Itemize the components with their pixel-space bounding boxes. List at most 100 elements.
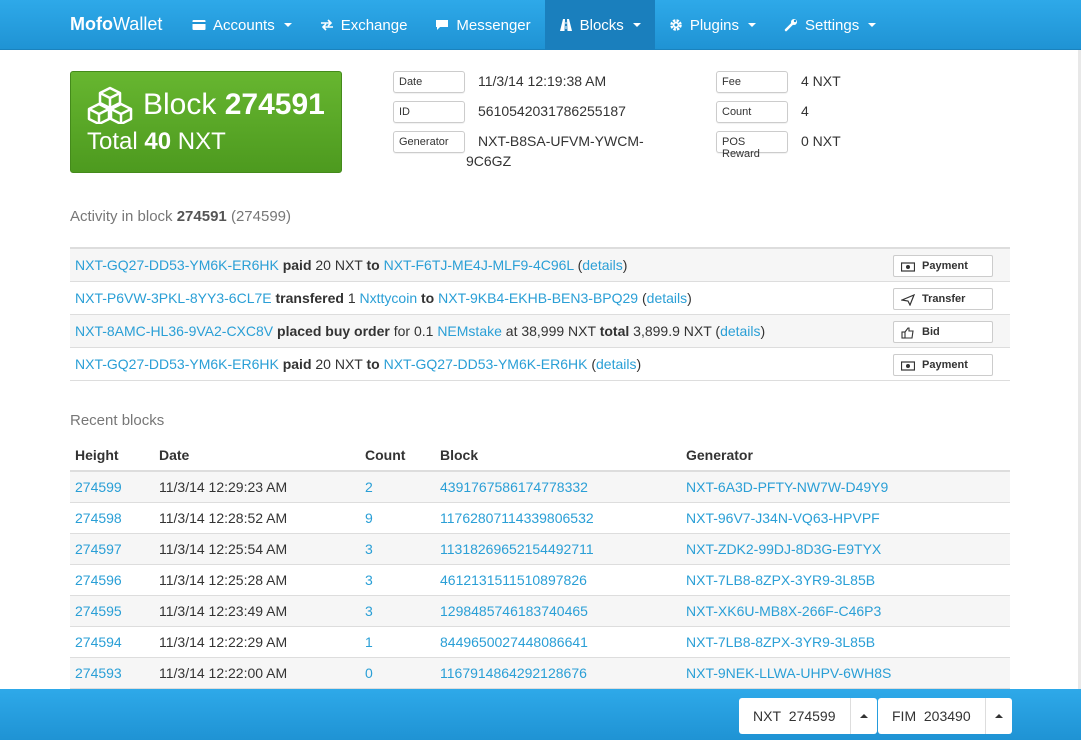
activity-heading: Activity in block 274591 (274599) xyxy=(70,208,291,225)
cell-date: 11/3/14 12:25:28 AM xyxy=(154,564,360,596)
cell-generator[interactable]: NXT-96V7-J34N-VQ63-HPVPF xyxy=(681,502,1010,534)
cell-height[interactable]: 274593 xyxy=(70,657,154,689)
cell-generator[interactable]: NXT-9NEK-LLWA-UHPV-6WH8S xyxy=(681,657,1010,689)
activity-text: at 38,999 NXT xyxy=(501,323,600,339)
table-row: 274594 11/3/14 12:22:29 AM 1 84496500274480… xyxy=(70,626,1010,658)
activity-link[interactable]: NXT-GQ27-DD53-YM6K-ER6HK xyxy=(384,356,588,372)
activity-verb: placed buy order xyxy=(277,323,390,339)
payment-button[interactable]: Payment xyxy=(893,255,993,277)
cell-count[interactable]: 1 xyxy=(360,626,435,658)
cell-block[interactable]: 4612131511510897826 xyxy=(435,564,681,596)
cell-date: 11/3/14 12:29:23 AM xyxy=(154,471,360,503)
activity-row: NXT-GQ27-DD53-YM6K-ER6HK paid 20 NXT to … xyxy=(70,249,1010,282)
cell-height[interactable]: 274594 xyxy=(70,626,154,658)
cell-generator[interactable]: NXT-XK6U-MB8X-266F-C46P3 xyxy=(681,595,1010,627)
recent-blocks-table: Height Date Count Block Generator 274599 11/3… xyxy=(70,440,1010,689)
cell-block[interactable]: 1167914864292128676 xyxy=(435,657,681,689)
gear-icon xyxy=(669,18,683,32)
money-icon xyxy=(900,359,916,371)
nav-messenger[interactable]: Messenger xyxy=(421,0,544,50)
bid-button[interactable]: Bid xyxy=(893,321,993,343)
cell-count[interactable]: 9 xyxy=(360,502,435,534)
cell-count[interactable]: 2 xyxy=(360,471,435,503)
cell-height[interactable]: 274596 xyxy=(70,564,154,596)
cell-block[interactable]: 1298485746183740465 xyxy=(435,595,681,627)
activity-link[interactable]: NEMstake xyxy=(437,323,502,339)
fim-caret-up-icon[interactable] xyxy=(986,698,1012,734)
payment-button[interactable]: Payment xyxy=(893,354,993,376)
credit-card-icon xyxy=(192,18,206,32)
cell-height[interactable]: 274595 xyxy=(70,595,154,627)
id-label: ID xyxy=(393,101,465,123)
activity-link[interactable]: Nxttycoin xyxy=(360,290,418,306)
cell-generator[interactable]: NXT-7LB8-8ZPX-3YR9-3L85B xyxy=(681,626,1010,658)
activity-text: 20 NXT xyxy=(311,356,367,372)
activity-link[interactable]: NXT-P6VW-3PKL-8YY3-6CL7E xyxy=(75,290,272,306)
nxt-height-ticker[interactable]: NXT 274599 xyxy=(739,698,877,734)
cell-date: 11/3/14 12:23:49 AM xyxy=(154,595,360,627)
activity-text: ) xyxy=(687,290,692,306)
cell-block[interactable]: 11762807114339806532 xyxy=(435,502,681,534)
cell-count[interactable]: 3 xyxy=(360,564,435,596)
cell-block[interactable]: 8449650027448086641 xyxy=(435,626,681,658)
cell-count[interactable]: 0 xyxy=(360,657,435,689)
cell-generator[interactable]: NXT-ZDK2-99DJ-8D3G-E9TYX xyxy=(681,533,1010,565)
cell-block[interactable]: 4391767586174778332 xyxy=(435,471,681,503)
transfer-button[interactable]: Transfer xyxy=(893,288,993,310)
activity-verb: to xyxy=(366,356,380,372)
fim-label: FIM xyxy=(892,708,917,724)
column-header-generator[interactable]: Generator xyxy=(681,440,1010,472)
cell-count[interactable]: 3 xyxy=(360,595,435,627)
details-link[interactable]: details xyxy=(596,356,636,372)
count-value: 4 xyxy=(801,103,809,119)
activity-text: 20 NXT xyxy=(311,257,367,273)
details-link[interactable]: details xyxy=(582,257,622,273)
send-icon xyxy=(899,293,916,307)
generator-link-line-2[interactable]: 9C6GZ xyxy=(466,151,511,171)
details-link[interactable]: details xyxy=(720,323,760,339)
activity-link[interactable]: NXT-GQ27-DD53-YM6K-ER6HK xyxy=(75,257,279,273)
nav-settings[interactable]: Settings xyxy=(770,0,890,50)
activity-link[interactable]: NXT-F6TJ-ME4J-MLF9-4C96L xyxy=(384,257,574,273)
table-row: 274599 11/3/14 12:29:23 AM 2 43917675861747… xyxy=(70,471,1010,503)
nav-plugins[interactable]: Plugins xyxy=(655,0,770,50)
cell-height[interactable]: 274599 xyxy=(70,471,154,503)
nav-blocks[interactable]: Blocks xyxy=(544,0,655,50)
caret-down-icon xyxy=(868,23,877,27)
nav-label: Plugins xyxy=(689,16,740,34)
generator-label: Generator xyxy=(393,131,465,153)
pos-reward-label: POS Reward xyxy=(716,131,788,160)
cell-generator[interactable]: NXT-6A3D-PFTY-NW7W-D49Y9 xyxy=(681,471,1010,503)
table-row: 274597 11/3/14 12:25:54 AM 3 11318269652154… xyxy=(70,533,1010,565)
cell-height[interactable]: 274598 xyxy=(70,502,154,534)
cell-count[interactable]: 3 xyxy=(360,533,435,565)
column-header-block[interactable]: Block xyxy=(435,440,681,472)
nav-exchange[interactable]: Exchange xyxy=(306,0,422,50)
nav-accounts[interactable]: Accounts xyxy=(178,0,306,50)
fim-height-ticker[interactable]: FIM 203490 xyxy=(878,698,1012,734)
activity-verb: transfered xyxy=(275,290,344,306)
column-header-date[interactable]: Date xyxy=(154,440,360,472)
cell-block[interactable]: 11318269652154492711 xyxy=(435,533,681,565)
caret-down-icon xyxy=(632,23,641,27)
activity-link[interactable]: NXT-GQ27-DD53-YM6K-ER6HK xyxy=(75,356,279,372)
nav-label: Exchange xyxy=(340,16,408,34)
column-header-count[interactable]: Count xyxy=(360,440,435,472)
activity-link[interactable]: NXT-9KB4-EKHB-BEN3-BPQ29 xyxy=(438,290,638,306)
table-row: 274593 11/3/14 12:22:00 AM 0 11679148642921… xyxy=(70,657,1010,689)
activity-link[interactable]: NXT-8AMC-HL36-9VA2-CXC8V xyxy=(75,323,273,339)
wrench-icon xyxy=(784,18,798,32)
brand-logo[interactable]: MofoWallet xyxy=(70,14,162,35)
activity-text: ) xyxy=(622,257,628,273)
fee-value: 4 NXT xyxy=(801,73,841,89)
generator-link-line-1[interactable]: NXT-B8SA-UFVM-YWCM- xyxy=(478,131,644,151)
count-label: Count xyxy=(716,101,788,123)
details-link[interactable]: details xyxy=(647,290,687,306)
activity-verb: to xyxy=(366,257,380,273)
column-header-height[interactable]: Height xyxy=(70,440,154,472)
cell-generator[interactable]: NXT-7LB8-8ZPX-3YR9-3L85B xyxy=(681,564,1010,596)
nxt-caret-up-icon[interactable] xyxy=(851,698,877,734)
nxt-value: 274599 xyxy=(788,708,836,724)
activity-text: 1 xyxy=(343,290,360,306)
cell-height[interactable]: 274597 xyxy=(70,533,154,565)
